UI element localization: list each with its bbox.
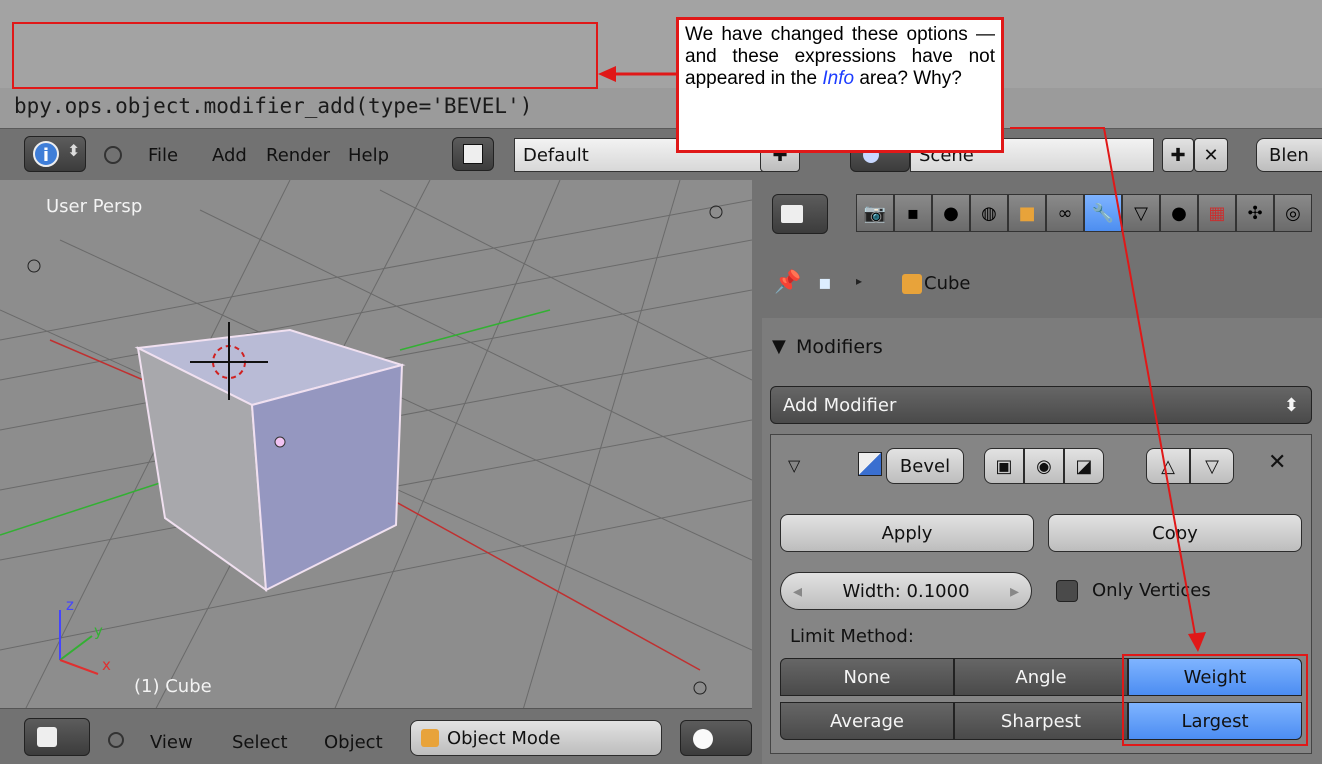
callout-emphasis: Info [822, 68, 855, 89]
callout-text-after: area? Why? [854, 68, 962, 89]
annotation-arrows [598, 66, 1206, 652]
annotation-callout: We have changed these options — and thes… [676, 17, 1004, 153]
